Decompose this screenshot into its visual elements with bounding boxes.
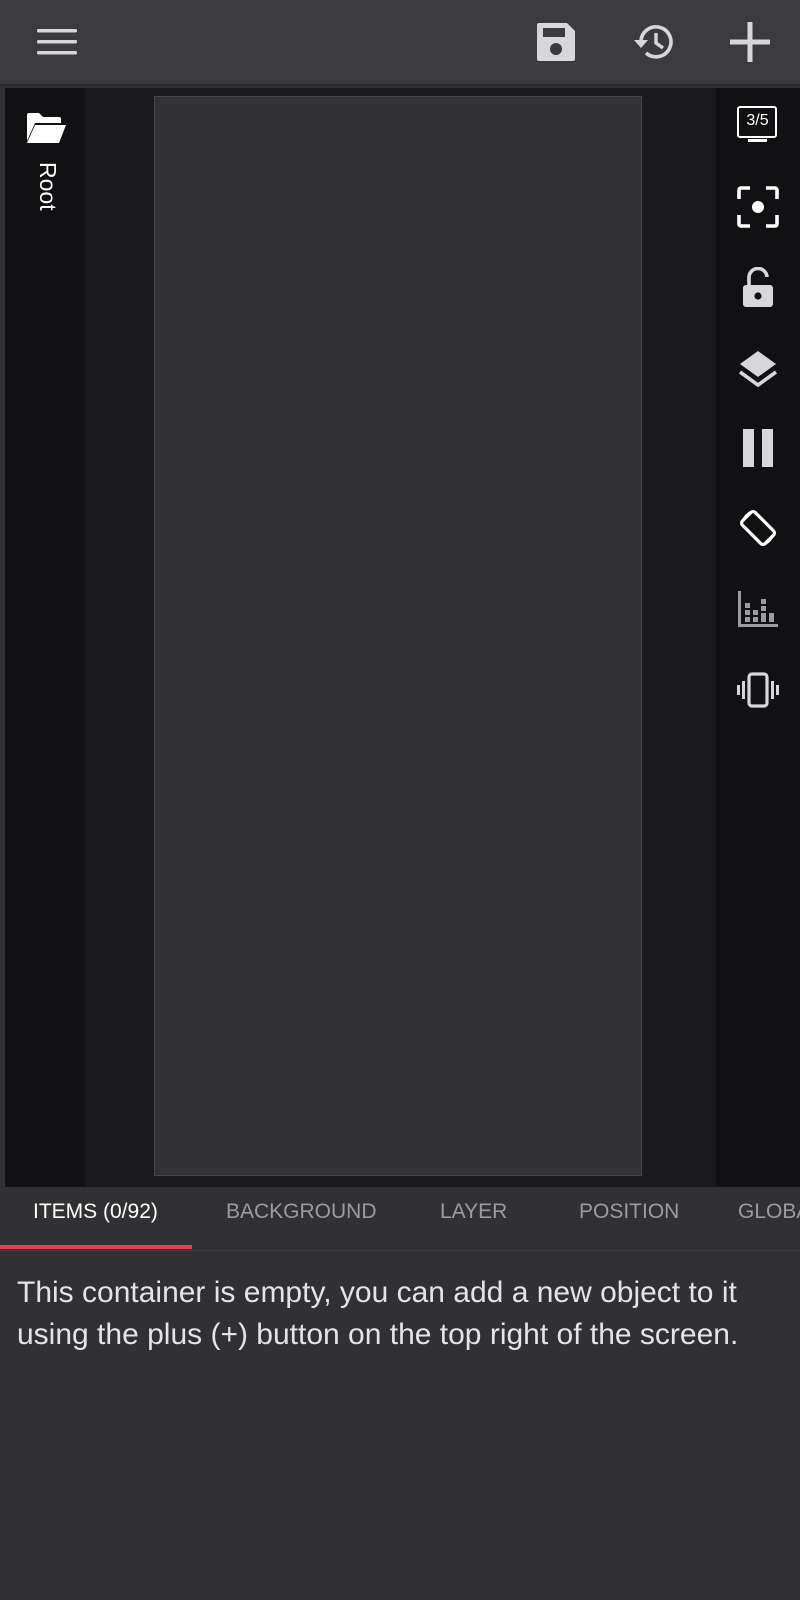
folder-open-icon: [27, 113, 66, 143]
root-folder-button[interactable]: [23, 108, 69, 148]
tab-global[interactable]: GLOBA: [738, 1188, 800, 1246]
equalizer-icon: [738, 591, 778, 627]
left-rail: Root: [5, 88, 85, 1187]
focus-button[interactable]: [728, 177, 788, 237]
app-root: Root 3/5 ITEMS (0/92) BACKGROUND LAYER P…: [0, 0, 800, 1600]
floppy-disk-icon: [537, 23, 575, 61]
history-clock-icon: [634, 25, 673, 59]
editor-canvas-area: Root 3/5: [5, 88, 800, 1187]
tab-position[interactable]: POSITION: [579, 1188, 679, 1246]
tab-layer[interactable]: LAYER: [440, 1188, 507, 1246]
screen-preview[interactable]: [154, 96, 642, 1176]
tab-background[interactable]: BACKGROUND: [226, 1188, 377, 1246]
vibrate-button[interactable]: [728, 660, 788, 720]
layers-button[interactable]: [728, 339, 788, 399]
vibrate-icon: [737, 672, 779, 708]
history-button[interactable]: [624, 12, 684, 72]
right-rail: 3/5: [716, 88, 800, 1187]
layers-icon: [738, 351, 778, 388]
tab-bar: ITEMS (0/92) BACKGROUND LAYER POSITION G…: [0, 1188, 800, 1251]
empty-container-message: This container is empty, you can add a n…: [17, 1276, 739, 1351]
lock-button[interactable]: [728, 258, 788, 318]
active-tab-indicator: [0, 1245, 192, 1249]
add-button[interactable]: [720, 12, 780, 72]
pause-button[interactable]: [728, 418, 788, 478]
equalizer-button[interactable]: [728, 579, 788, 639]
root-label[interactable]: Root: [31, 162, 61, 222]
menu-button[interactable]: [27, 12, 87, 72]
hamburger-menu-icon: [37, 29, 77, 55]
screen-counter-icon: 3/5: [737, 106, 779, 146]
lock-open-icon: [743, 267, 773, 307]
screen-counter-button[interactable]: 3/5: [728, 96, 788, 156]
rotate-button[interactable]: [728, 498, 788, 558]
focus-target-icon: [737, 186, 779, 228]
pause-icon: [743, 429, 773, 467]
screen-counter-text: 3/5: [746, 112, 769, 129]
save-button[interactable]: [526, 12, 586, 72]
plus-icon: [730, 22, 770, 62]
top-toolbar: [0, 0, 800, 86]
screen-rotation-icon: [739, 509, 777, 547]
tab-items[interactable]: ITEMS (0/92): [33, 1188, 158, 1246]
